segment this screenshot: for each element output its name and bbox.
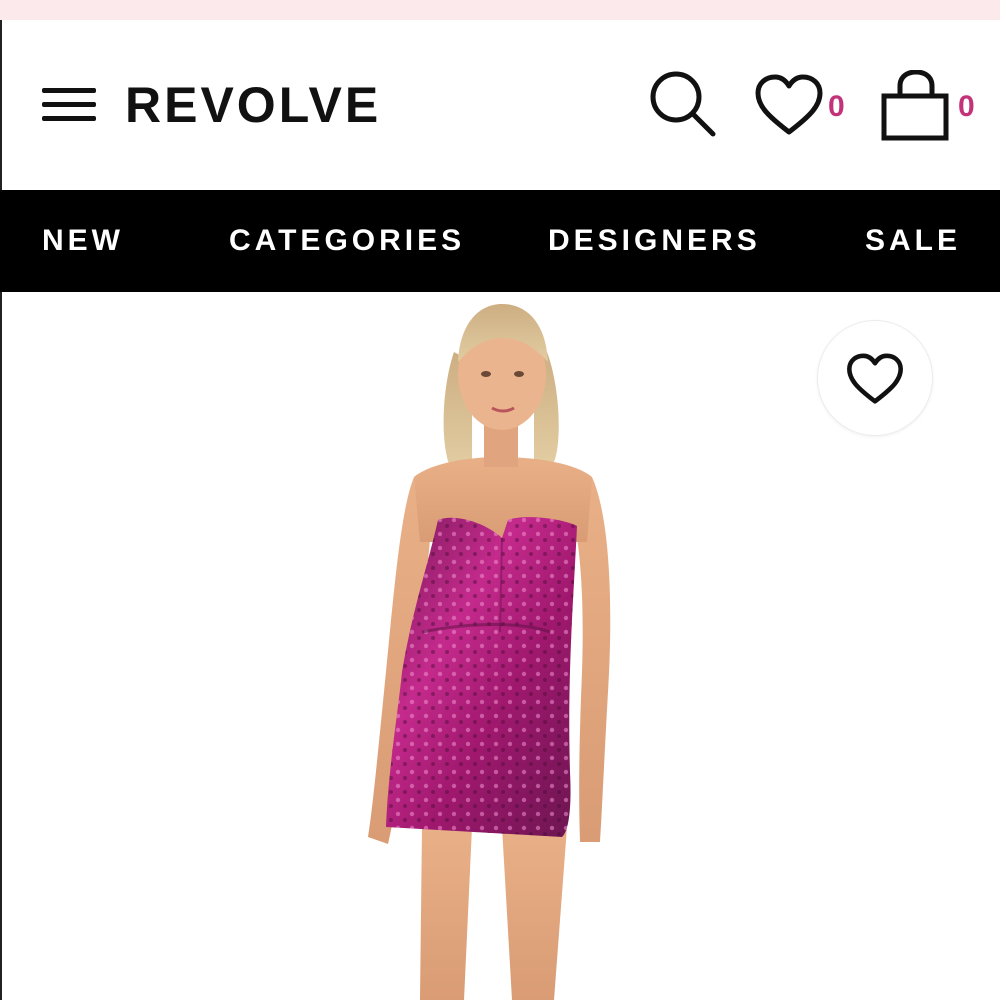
menu-bar (42, 88, 96, 93)
site-header: REVOLVE 0 0 (0, 20, 1000, 190)
search-button[interactable] (647, 68, 719, 140)
shopping-bag-icon (881, 70, 949, 141)
search-icon (650, 71, 716, 137)
nav-designers[interactable]: DESIGNERS (548, 190, 761, 292)
favorite-button[interactable] (817, 320, 933, 436)
wishlist-count: 0 (828, 90, 845, 123)
heart-icon (847, 353, 903, 404)
nav-new[interactable]: NEW (42, 190, 124, 292)
menu-bar (42, 102, 96, 107)
bag-count: 0 (958, 90, 975, 123)
nav-sale[interactable]: SALE (865, 190, 961, 292)
hamburger-menu-button[interactable] (42, 88, 98, 122)
wishlist-button[interactable]: 0 (752, 70, 852, 140)
heart-icon (755, 74, 823, 135)
shopping-bag-button[interactable]: 0 (880, 68, 985, 143)
nav-categories[interactable]: CATEGORIES (229, 190, 465, 292)
menu-bar (42, 116, 96, 121)
revolve-logo[interactable]: REVOLVE (125, 75, 381, 135)
main-navigation: NEW CATEGORIES DESIGNERS SALE (0, 190, 1000, 292)
announcement-strip (0, 0, 1000, 20)
